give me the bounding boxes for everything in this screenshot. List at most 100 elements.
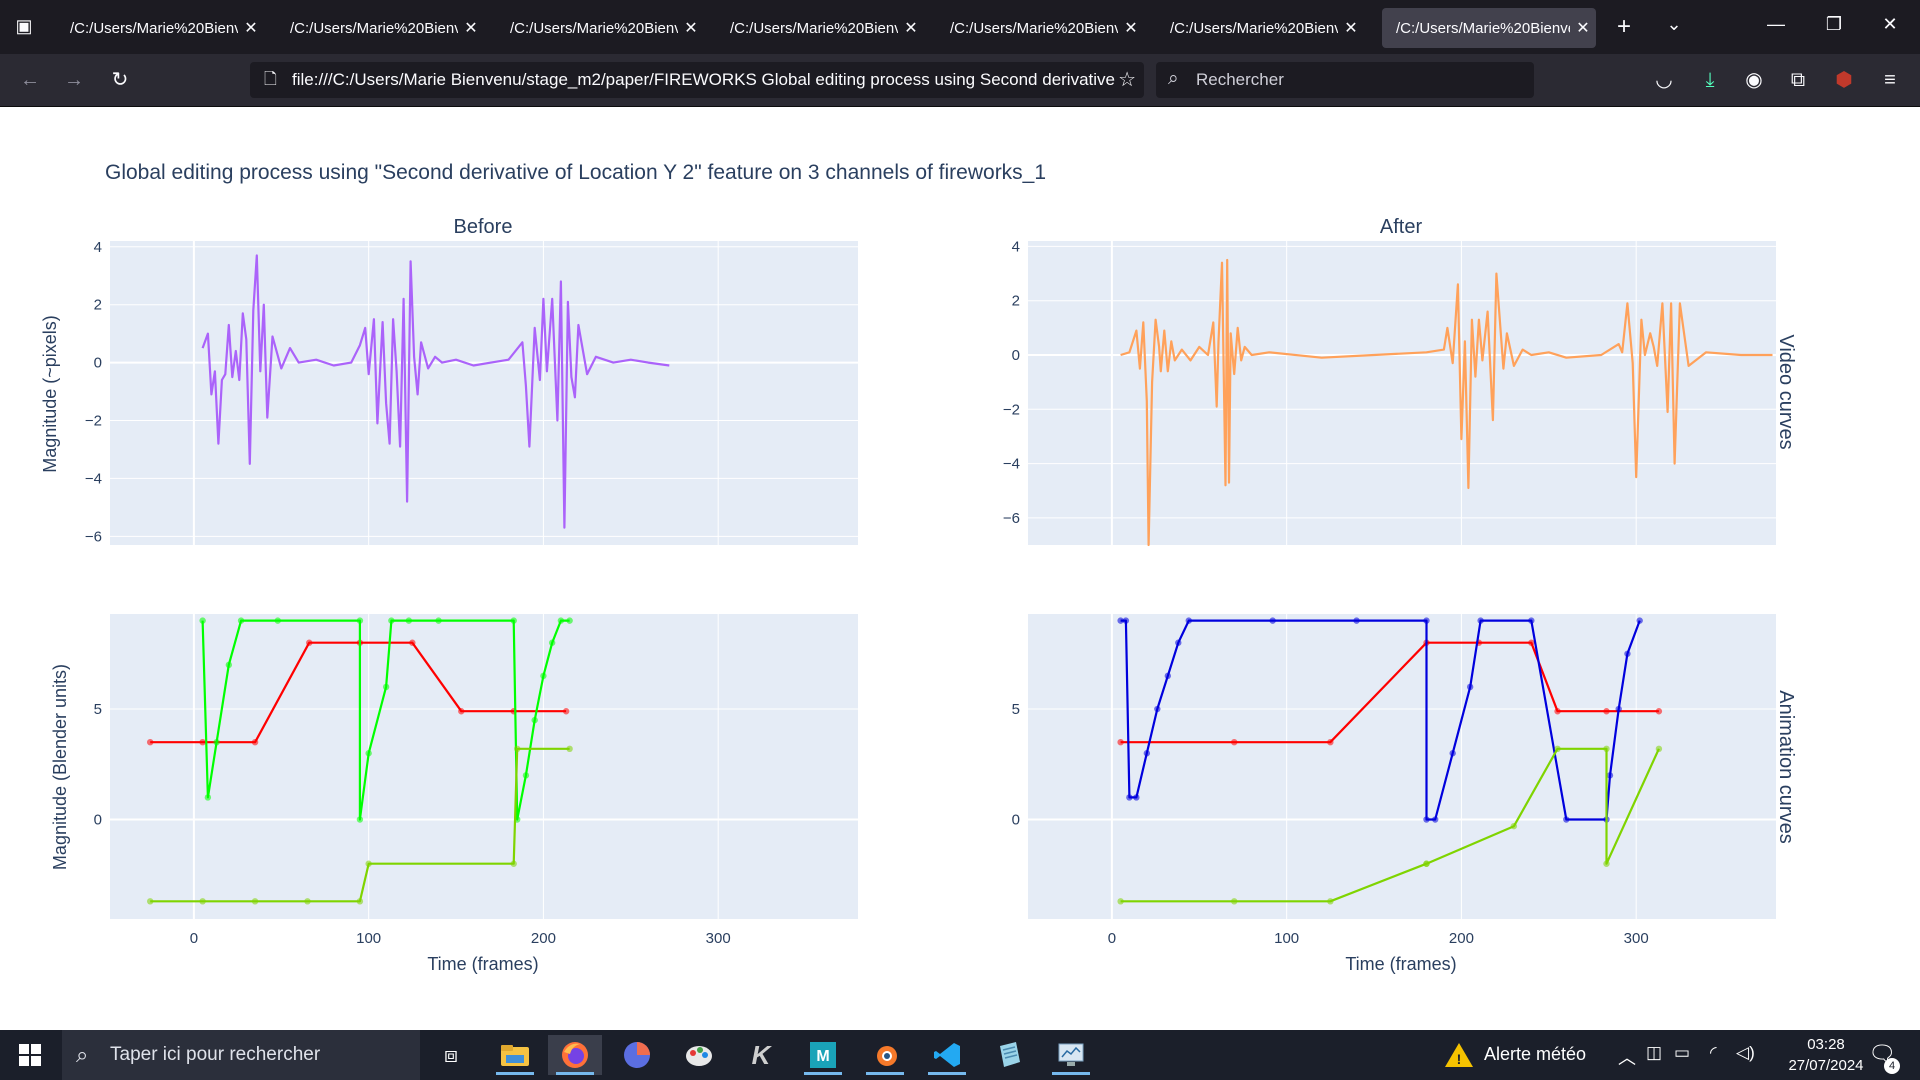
data-point [562, 708, 570, 715]
data-point [1164, 672, 1172, 680]
col-title-before: Before [454, 216, 513, 238]
taskbar-search-placeholder: Taper ici pour rechercher [110, 1044, 321, 1065]
close-tab-icon[interactable]: ✕ [898, 18, 924, 38]
notepad-icon[interactable] [982, 1035, 1036, 1075]
data-point [1636, 617, 1643, 624]
clock-time[interactable]: 03:28 [1790, 1036, 1862, 1053]
download-icon[interactable]: ⤓ [1696, 66, 1724, 94]
wifi-icon[interactable]: ◜ [1710, 1043, 1717, 1063]
battery-icon[interactable]: ▭ [1674, 1043, 1690, 1063]
krita-icon[interactable]: K [734, 1035, 788, 1075]
forward-icon[interactable]: → [60, 66, 88, 94]
tab-7-active[interactable]: /C:/Users/Marie%20Bienve ✕ [1382, 8, 1596, 48]
account-icon[interactable]: ◉ [1740, 66, 1768, 94]
new-tab-icon[interactable]: + [1610, 13, 1638, 41]
data-point [213, 738, 220, 746]
meet-now-icon[interactable]: ◫ [1646, 1043, 1662, 1063]
close-tab-icon[interactable]: ✕ [1118, 18, 1144, 38]
app-icon-blue-orange[interactable] [610, 1035, 664, 1075]
weather-alert-label[interactable]: Alerte météo [1484, 1044, 1586, 1065]
data-point [1175, 639, 1182, 646]
paint-icon[interactable] [672, 1035, 726, 1075]
data-point [1603, 860, 1610, 867]
file-explorer-icon[interactable] [488, 1035, 542, 1075]
reload-icon[interactable]: ↻ [106, 66, 134, 94]
volume-icon[interactable]: ◁) [1736, 1043, 1755, 1063]
tab-label: /C:/Users/Marie%20Bienve [730, 19, 898, 37]
data-point [1554, 745, 1561, 753]
taskbar-search-input[interactable]: ⌕ Taper ici pour rechercher [62, 1030, 420, 1080]
row-title-video: Video curves [1775, 334, 1797, 449]
close-tab-icon[interactable]: ✕ [1570, 18, 1596, 38]
data-point [1606, 772, 1614, 779]
x-tick-label: 200 [531, 930, 556, 947]
extensions-icon[interactable]: ⧉ [1784, 66, 1812, 94]
y-tick-label: 0 [1012, 812, 1020, 829]
data-point [531, 716, 538, 724]
tab-2[interactable]: /C:/Users/Marie%20Bienve ✕ [276, 8, 484, 48]
close-window-icon[interactable]: ✕ [1876, 14, 1904, 35]
menu-icon[interactable]: ≡ [1876, 66, 1904, 94]
windows-start-icon[interactable] [0, 1030, 60, 1080]
y-tick-label: 4 [94, 239, 102, 256]
data-point [1466, 683, 1474, 691]
tab-label: /C:/Users/Marie%20Bienve [510, 19, 678, 37]
tab-3[interactable]: /C:/Users/Marie%20Bienve ✕ [496, 8, 704, 48]
data-point [225, 661, 233, 669]
y-tick-label: −2 [1003, 401, 1020, 418]
y-tick-label: −4 [85, 470, 102, 487]
restore-icon[interactable]: ❐ [1820, 14, 1848, 35]
tab-6[interactable]: /C:/Users/Marie%20Bienve ✕ [1156, 8, 1364, 48]
tab-1[interactable]: /C:/Users/Marie%20Bienve ✕ [56, 8, 264, 48]
tab-label: /C:/Users/Marie%20Bienve [290, 19, 458, 37]
tab-label: /C:/Users/Marie%20Bienve [950, 19, 1118, 37]
blender-icon[interactable] [858, 1035, 912, 1075]
data-point [251, 898, 259, 905]
data-point [1603, 708, 1610, 715]
close-tab-icon[interactable]: ✕ [1338, 18, 1364, 38]
data-point [514, 745, 521, 753]
back-icon[interactable]: ← [16, 66, 44, 94]
y-tick-label: 5 [94, 701, 102, 718]
data-point [409, 639, 416, 646]
close-tab-icon[interactable]: ✕ [458, 18, 484, 38]
data-point [1133, 794, 1140, 801]
tray-chevron-up-icon[interactable]: ︿ [1618, 1044, 1636, 1070]
ylabel-top: Magnitude (~pixels) [40, 315, 60, 473]
firefox-icon[interactable] [548, 1035, 602, 1075]
bookmark-star-icon[interactable]: ☆ [1118, 62, 1136, 98]
url-text: file:///C:/Users/Marie Bienvenu/stage_m2… [292, 70, 1115, 89]
data-point [356, 898, 364, 905]
data-point [1185, 617, 1192, 624]
maya-icon[interactable]: M [796, 1035, 850, 1075]
data-point [566, 745, 573, 753]
data-point [304, 898, 311, 905]
monitor-app-icon[interactable] [1044, 1035, 1098, 1075]
data-point [1154, 705, 1161, 713]
close-tab-icon[interactable]: ✕ [678, 18, 704, 38]
data-point [566, 617, 573, 624]
url-bar[interactable]: 🗋 file:///C:/Users/Marie Bienvenu/stage_… [250, 62, 1144, 98]
data-point [388, 617, 395, 624]
search-input[interactable]: ⌕ Rechercher [1156, 62, 1534, 98]
subplot-3: 0 100 200 300 0 5 [94, 614, 858, 947]
tab-4[interactable]: /C:/Users/Marie%20Bienve ✕ [716, 8, 924, 48]
plotly-figure: Global editing process using "Second der… [40, 161, 1797, 974]
data-point [251, 738, 259, 746]
weather-alert-icon[interactable]: ! [1444, 1041, 1474, 1074]
tab-list-icon[interactable]: ▣ [12, 16, 36, 37]
subplot-4: 0 100 200 300 0 5 [1012, 614, 1776, 947]
tab-5[interactable]: /C:/Users/Marie%20Bienve ✕ [936, 8, 1144, 48]
ublock-icon[interactable]: ⬢ [1830, 66, 1858, 94]
close-tab-icon[interactable]: ✕ [238, 18, 264, 38]
vscode-icon[interactable] [920, 1035, 974, 1075]
data-point [1615, 705, 1622, 713]
chevron-down-icon[interactable]: ⌄ [1660, 14, 1688, 35]
plot-background [1028, 241, 1776, 545]
y-tick-label: 0 [94, 355, 102, 372]
plot-background [110, 614, 858, 919]
pocket-icon[interactable]: ◡ [1650, 66, 1678, 94]
task-view-icon[interactable]: ⧈ [424, 1035, 478, 1075]
search-placeholder: Rechercher [1196, 70, 1284, 89]
minimize-icon[interactable]: — [1762, 14, 1790, 35]
